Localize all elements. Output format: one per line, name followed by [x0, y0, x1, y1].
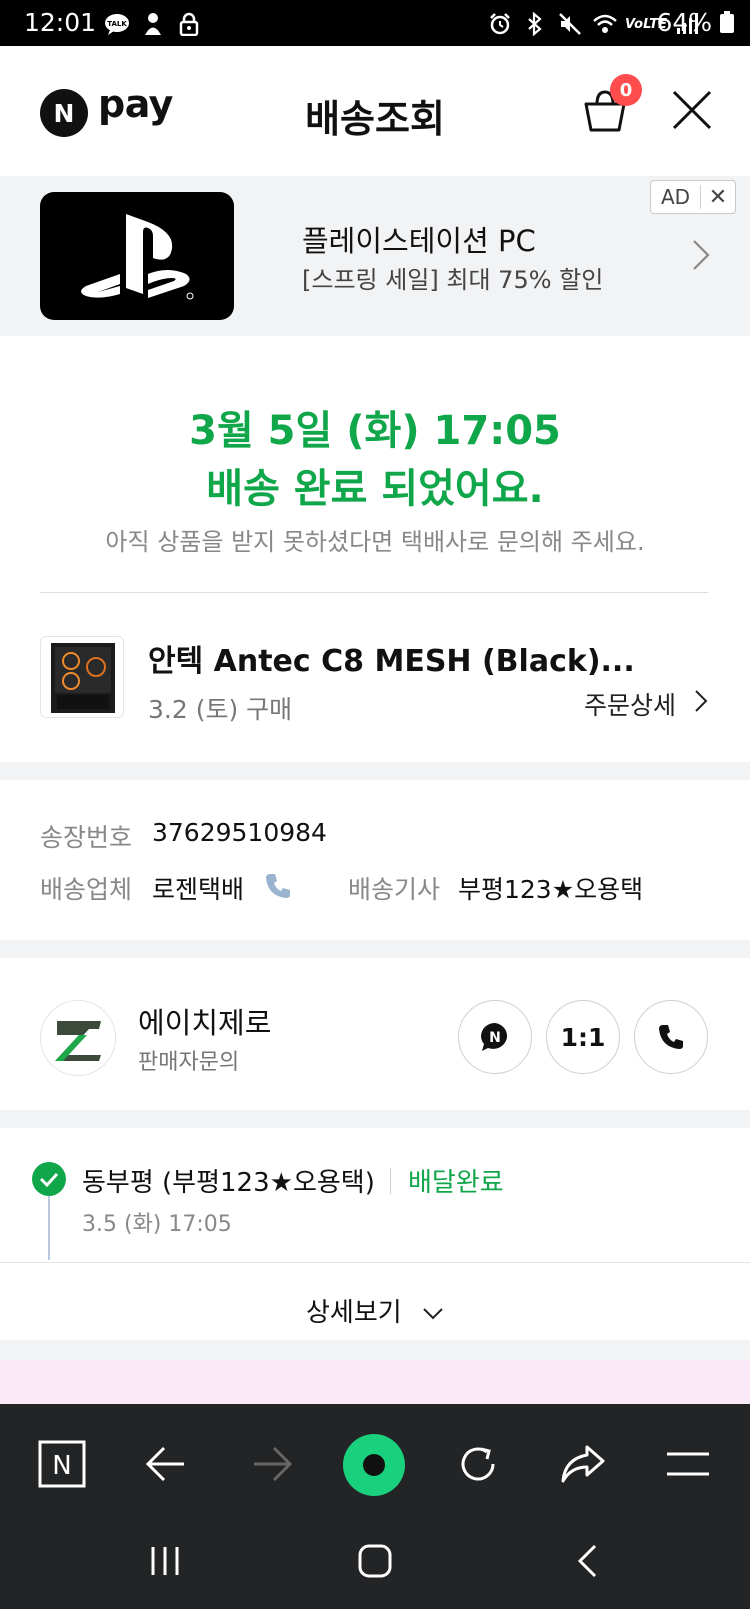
tracking-time: 3.5 (화) 17:05 [82, 1212, 232, 1237]
ad-subtitle: [스프링 세일] 최대 75% 할인 [302, 266, 604, 294]
chevron-down-icon [423, 1307, 443, 1319]
carrier-name: 로젠택배 [152, 875, 245, 904]
phone-icon [659, 1025, 683, 1049]
delivery-note: 아직 상품을 받지 못하셨다면 택배사로 문의해 주세요. [105, 528, 645, 556]
battery-icon [720, 11, 734, 33]
recent-apps-icon[interactable] [140, 1536, 190, 1586]
cart-count-badge: 0 [610, 74, 642, 106]
ad-title: 플레이스테이션 PC [302, 224, 536, 258]
seller-name[interactable]: 에이치제로 [138, 1000, 271, 1042]
product-name[interactable]: 안텍 Antec C8 MESH (Black)... [148, 636, 635, 680]
view-details-label: 상세보기 [306, 1298, 402, 1328]
close-icon[interactable] [670, 88, 714, 132]
chevron-right-icon [694, 688, 708, 714]
wifi-icon [592, 11, 618, 37]
tracking-status: 배달완료 [408, 1168, 504, 1198]
app-notification-icon [140, 11, 166, 37]
delivery-datetime: 3월 5일 (화) 17:05 [189, 408, 561, 454]
chevron-right-icon [690, 238, 714, 272]
forward-arrow-icon[interactable] [244, 1436, 300, 1492]
delivery-complete-message: 배송 완료 되었어요. [206, 466, 544, 512]
invoice-label: 송장번호 [40, 823, 133, 852]
product-image[interactable] [40, 636, 124, 718]
naver-home-button[interactable]: N [34, 1436, 90, 1492]
divider [40, 592, 708, 593]
talk-bubble-icon: N [481, 1023, 508, 1051]
banner-strip [0, 1360, 750, 1406]
bluetooth-icon [522, 11, 548, 37]
section-gap [0, 1110, 750, 1128]
tracking-timeline-line [48, 1196, 50, 1260]
naver-talk-button[interactable]: N [458, 1000, 532, 1074]
browser-toolbar: N [0, 1404, 750, 1524]
battery-text: 64% [656, 8, 734, 37]
status-left-icons: TALK [104, 11, 202, 37]
back-arrow-icon[interactable] [138, 1436, 194, 1492]
naver-n-icon: N [38, 1440, 86, 1488]
alarm-icon [487, 11, 513, 37]
green-dot-icon [363, 1454, 385, 1476]
check-icon [32, 1162, 66, 1196]
playstation-logo-image [40, 192, 234, 320]
ad-tag[interactable]: AD ✕ [650, 180, 736, 214]
carrier-phone-icon[interactable] [264, 872, 292, 900]
system-back-icon[interactable] [562, 1536, 612, 1586]
section-gap [0, 1340, 750, 1362]
one-on-one-label: 1:1 [560, 1022, 606, 1052]
mute-icon [557, 11, 583, 37]
carrier-label: 배송업체 [40, 875, 133, 904]
ad-close-icon[interactable]: ✕ [701, 185, 735, 210]
svg-text:N: N [52, 1451, 71, 1481]
one-on-one-chat-button[interactable]: 1:1 [546, 1000, 620, 1074]
ad-label: AD [651, 185, 701, 209]
svg-text:TALK: TALK [107, 20, 127, 28]
divider [0, 1262, 750, 1263]
section-gap [0, 940, 750, 958]
home-icon[interactable] [350, 1536, 400, 1586]
svg-text:N: N [489, 1030, 501, 1046]
app-header: N pay 배송조회 0 [0, 46, 750, 176]
driver-name: 부평123★오용택 [458, 875, 644, 904]
refresh-icon[interactable] [450, 1436, 506, 1492]
status-bar: 12:01 TALK VoLTE 64% [0, 0, 750, 46]
lock-icon [176, 11, 202, 37]
seller-logo[interactable] [40, 1000, 116, 1076]
view-details-button[interactable]: 상세보기 [0, 1292, 750, 1329]
menu-icon[interactable] [660, 1436, 716, 1492]
product-purchase-date: 3.2 (토) 구매 [148, 695, 293, 724]
status-time: 12:01 [24, 8, 97, 37]
green-dot-button[interactable] [343, 1434, 405, 1496]
section-gap [0, 762, 750, 780]
ad-banner[interactable]: 플레이스테이션 PC [스프링 세일] 최대 75% 할인 AD ✕ [0, 176, 750, 336]
order-detail-link[interactable]: 주문상세 [584, 686, 676, 722]
seller-inquiry-label: 판매자문의 [138, 1050, 240, 1075]
share-icon[interactable] [554, 1436, 610, 1492]
tracking-location: 동부평 (부평123★오용택) [82, 1168, 375, 1198]
system-navigation-bar [0, 1524, 750, 1609]
seller-call-button[interactable] [634, 1000, 708, 1074]
kakaotalk-icon: TALK [104, 11, 130, 37]
invoice-number: 37629510984 [152, 818, 327, 847]
driver-label: 배송기사 [348, 875, 441, 904]
tracking-separator [390, 1168, 391, 1194]
